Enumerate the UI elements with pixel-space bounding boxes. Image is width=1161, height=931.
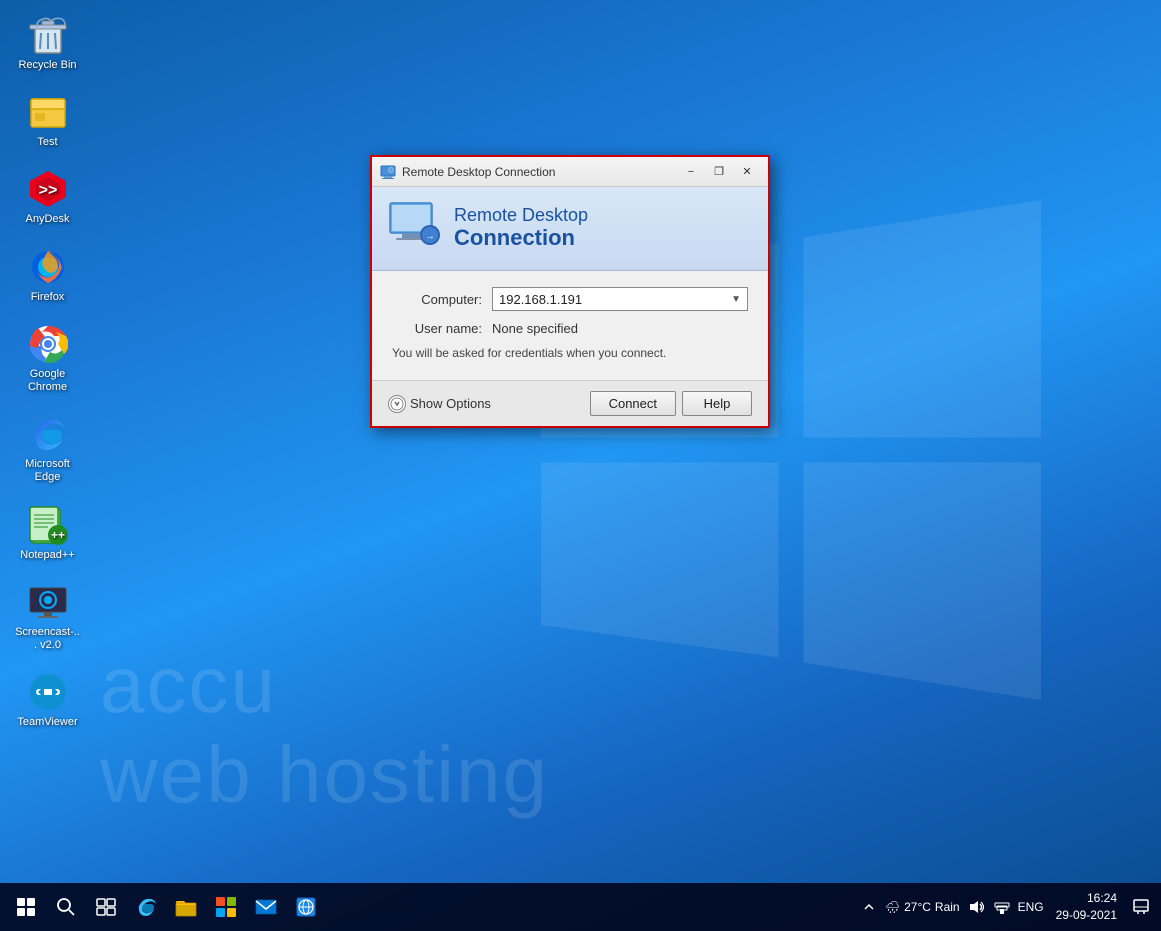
teamviewer-label: TeamViewer	[17, 716, 77, 729]
rdp-header: → Remote Desktop Connection	[372, 187, 768, 271]
tray-expand-button[interactable]	[859, 897, 879, 917]
rdp-titlebar-title: Remote Desktop Connection	[402, 165, 678, 179]
firefox-icon	[28, 247, 68, 287]
screencast-label: Screencast-... v2.0	[15, 626, 80, 652]
rdp-close-button[interactable]: ✕	[734, 162, 760, 182]
edge-icon	[28, 414, 68, 454]
show-options-button[interactable]: Show Options	[388, 395, 590, 413]
taskbar-edge-button[interactable]	[128, 889, 164, 925]
desktop-icon-teamviewer[interactable]: TeamViewer	[10, 667, 85, 734]
watermark-hosting: web hosting	[100, 729, 1161, 821]
connect-button[interactable]: Connect	[590, 391, 676, 416]
system-tray: 🌧 27°C Rain ENG	[859, 888, 1153, 926]
username-label: User name:	[392, 321, 482, 336]
rdp-username-row: User name: None specified	[392, 321, 748, 336]
taskbar: 🌧 27°C Rain ENG	[0, 883, 1161, 931]
rdp-titlebar-buttons: − ❐ ✕	[678, 162, 760, 182]
test-label: Test	[37, 136, 57, 149]
username-value: None specified	[492, 321, 578, 336]
rdp-action-buttons: Connect Help	[590, 391, 752, 416]
test-icon	[28, 92, 68, 132]
screencast-icon	[28, 582, 68, 622]
anydesk-icon: >>	[28, 169, 68, 209]
windows-logo-icon	[17, 898, 35, 916]
rdp-computer-row: Computer: 192.168.1.191 ▼	[392, 287, 748, 311]
desktop-icon-recycle-bin[interactable]: Recycle Bin	[10, 10, 85, 77]
desktop-icon-firefox[interactable]: Firefox	[10, 242, 85, 309]
notepadpp-label: Notepad++	[20, 549, 74, 562]
weather-temp: 27°C	[904, 900, 931, 914]
desktop-icon-microsoft-edge[interactable]: Microsoft Edge	[10, 409, 85, 489]
taskbar-network-button[interactable]	[288, 889, 324, 925]
tray-language-button[interactable]: ENG	[1018, 900, 1044, 914]
show-options-icon	[388, 395, 406, 413]
svg-text:>>: >>	[38, 182, 57, 199]
tray-weather[interactable]: 🌧 27°C Rain	[885, 900, 960, 914]
svg-text:++: ++	[50, 528, 64, 542]
desktop-icon-notepadpp[interactable]: ++ Notepad++	[10, 500, 85, 567]
firefox-label: Firefox	[31, 291, 65, 304]
taskbar-mail-button[interactable]	[248, 889, 284, 925]
chrome-icon	[28, 324, 68, 364]
weather-condition: Rain	[935, 900, 960, 914]
desktop-icon-test[interactable]: Test	[10, 87, 85, 154]
recycle-bin-icon	[28, 15, 68, 55]
tray-volume-icon[interactable]	[966, 897, 986, 917]
desktop-icons-container: Recycle Bin Test >>	[10, 10, 85, 734]
rdp-minimize-button[interactable]: −	[678, 162, 704, 182]
rdp-dialog: Remote Desktop Connection − ❐ ✕ →	[370, 155, 770, 428]
dropdown-arrow-icon: ▼	[731, 294, 741, 305]
tray-notification-button[interactable]	[1129, 889, 1153, 925]
taskbar-search-button[interactable]	[48, 889, 84, 925]
rdp-body: Computer: 192.168.1.191 ▼ User name: Non…	[372, 271, 768, 380]
svg-text:→: →	[425, 231, 435, 242]
anydesk-label: AnyDesk	[25, 213, 69, 226]
taskbar-file-explorer-button[interactable]	[168, 889, 204, 925]
tray-clock[interactable]: 16:24 29-09-2021	[1050, 888, 1123, 926]
computer-value: 192.168.1.191	[499, 292, 582, 307]
rdp-header-icon: →	[388, 199, 442, 258]
help-button[interactable]: Help	[682, 391, 752, 416]
rdp-credentials-note: You will be asked for credentials when y…	[392, 346, 748, 360]
notepadpp-icon: ++	[28, 505, 68, 545]
desktop-icon-google-chrome[interactable]: Google Chrome	[10, 319, 85, 399]
show-options-label: Show Options	[410, 396, 491, 411]
tray-time: 16:24	[1056, 890, 1117, 907]
rdp-header-text: Remote Desktop Connection	[454, 206, 588, 252]
taskbar-store-button[interactable]	[208, 889, 244, 925]
recycle-bin-label: Recycle Bin	[18, 59, 76, 72]
start-button[interactable]	[8, 889, 44, 925]
rdp-titlebar-icon	[380, 164, 396, 180]
tray-date: 29-09-2021	[1056, 907, 1117, 924]
rdp-header-line2: Connection	[454, 225, 588, 251]
chrome-label: Google Chrome	[15, 368, 80, 394]
rdp-titlebar[interactable]: Remote Desktop Connection − ❐ ✕	[372, 157, 768, 187]
teamviewer-icon	[28, 672, 68, 712]
rdp-footer: Show Options Connect Help	[372, 380, 768, 426]
computer-input-container: 192.168.1.191 ▼	[492, 287, 748, 311]
desktop-icon-anydesk[interactable]: >> AnyDesk	[10, 164, 85, 231]
computer-dropdown[interactable]: 192.168.1.191 ▼	[492, 287, 748, 311]
edge-label: Microsoft Edge	[15, 458, 80, 484]
weather-icon: 🌧	[885, 900, 900, 914]
taskbar-task-view-button[interactable]	[88, 889, 124, 925]
rdp-restore-button[interactable]: ❐	[706, 162, 732, 182]
desktop: accu web hosting Recycle Bin	[0, 0, 1161, 931]
computer-label: Computer:	[392, 292, 482, 307]
desktop-icon-screencast[interactable]: Screencast-... v2.0	[10, 577, 85, 657]
rdp-header-line1: Remote Desktop	[454, 206, 588, 226]
tray-network-icon[interactable]	[992, 897, 1012, 917]
